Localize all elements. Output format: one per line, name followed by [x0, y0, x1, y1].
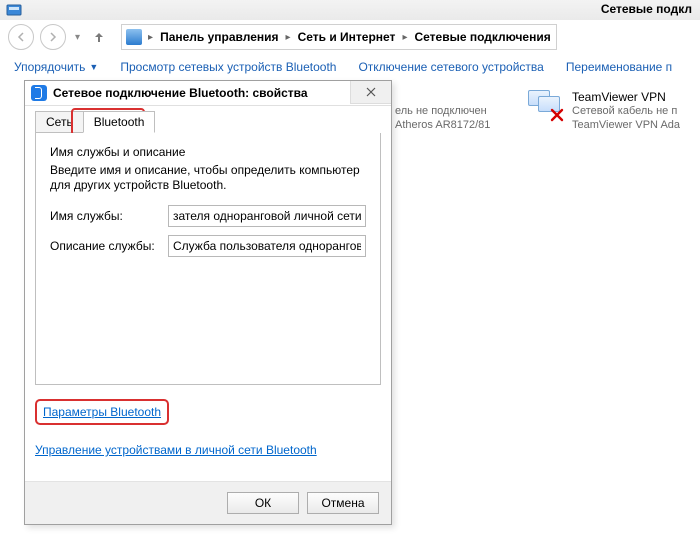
- up-button[interactable]: [89, 27, 109, 47]
- adapter-status: Сетевой кабель не п: [572, 104, 680, 118]
- window-titlebar: Сетевые подкл: [0, 0, 700, 21]
- close-button[interactable]: [350, 81, 391, 104]
- tab-network[interactable]: Сеть: [35, 111, 84, 133]
- breadcrumb-item[interactable]: Сеть и Интернет: [295, 30, 399, 44]
- service-desc-label: Описание службы:: [50, 239, 158, 253]
- back-button[interactable]: [8, 24, 34, 50]
- disconnected-icon: [550, 108, 564, 122]
- breadcrumb[interactable]: ▸ Панель управления ▸ Сеть и Интернет ▸ …: [121, 24, 557, 50]
- adapter-driver: Atheros AR8172/81: [395, 118, 490, 132]
- dialog-body: Сеть Bluetooth Имя службы и описание Вве…: [35, 111, 381, 482]
- adapter-item-teamviewer[interactable]: TeamViewer VPN Сетевой кабель не п TeamV…: [528, 90, 680, 150]
- properties-dialog: Сетевое подключение Bluetooth: свойства …: [24, 80, 392, 525]
- view-bluetooth-devices[interactable]: Просмотр сетевых устройств Bluetooth: [120, 60, 336, 74]
- breadcrumb-item[interactable]: Панель управления: [157, 30, 281, 44]
- section-heading: Имя службы и описание: [50, 145, 366, 159]
- cancel-button[interactable]: Отмена: [307, 492, 379, 514]
- chevron-right-icon: ▸: [144, 32, 157, 43]
- tab-row: Сеть Bluetooth: [35, 111, 381, 133]
- rename-connection[interactable]: Переименование п: [566, 60, 672, 74]
- highlight-annotation: Параметры Bluetooth: [35, 399, 169, 425]
- dialog-titlebar[interactable]: Сетевое подключение Bluetooth: свойства: [25, 81, 391, 106]
- history-dropdown-icon[interactable]: ▾: [72, 32, 83, 43]
- link-params-row: Параметры Bluetooth: [35, 399, 381, 425]
- adapter-item[interactable]: ель не подключен Atheros AR8172/81: [395, 104, 490, 164]
- service-name-label: Имя службы:: [50, 209, 158, 223]
- tab-bluetooth[interactable]: Bluetooth: [83, 111, 156, 133]
- toolbar-label: Упорядочить: [14, 60, 85, 74]
- close-icon: [366, 87, 376, 97]
- adapter-name: TeamViewer VPN: [572, 90, 680, 104]
- service-desc-row: Описание службы:: [50, 235, 366, 257]
- dialog-title: Сетевое подключение Bluetooth: свойства: [53, 86, 308, 100]
- section-description: Введите имя и описание, чтобы определить…: [50, 163, 366, 193]
- service-name-row: Имя службы:: [50, 205, 366, 227]
- manage-pan-devices-link[interactable]: Управление устройствами в личной сети Bl…: [35, 443, 317, 457]
- chevron-right-icon: ▸: [282, 32, 295, 43]
- dialog-button-row: ОК Отмена: [25, 481, 391, 524]
- ok-button[interactable]: ОК: [227, 492, 299, 514]
- breadcrumb-item[interactable]: Сетевые подключения: [411, 30, 553, 44]
- chevron-down-icon: ▼: [89, 62, 98, 72]
- bluetooth-params-link[interactable]: Параметры Bluetooth: [43, 405, 161, 419]
- disable-device[interactable]: Отключение сетевого устройства: [358, 60, 543, 74]
- chevron-right-icon: ▸: [398, 32, 411, 43]
- adapter-status: ель не подключен: [395, 104, 490, 118]
- service-name-input[interactable]: [168, 205, 366, 227]
- organize-menu[interactable]: Упорядочить ▼: [14, 60, 98, 74]
- forward-button[interactable]: [40, 24, 66, 50]
- window-title: Сетевые подкл: [601, 2, 692, 16]
- control-panel-icon: [6, 2, 22, 18]
- service-desc-input[interactable]: [168, 235, 366, 257]
- link-manage-row: Управление устройствами в личной сети Bl…: [35, 443, 381, 457]
- adapter-driver: TeamViewer VPN Ada: [572, 118, 680, 132]
- tab-panel-bluetooth: Имя службы и описание Введите имя и опис…: [35, 133, 381, 385]
- bluetooth-icon: [31, 85, 47, 101]
- location-icon: [126, 29, 142, 45]
- network-adapter-icon: [528, 90, 564, 120]
- navigation-bar: ▾ ▸ Панель управления ▸ Сеть и Интернет …: [0, 20, 700, 55]
- toolbar: Упорядочить ▼ Просмотр сетевых устройств…: [0, 54, 700, 80]
